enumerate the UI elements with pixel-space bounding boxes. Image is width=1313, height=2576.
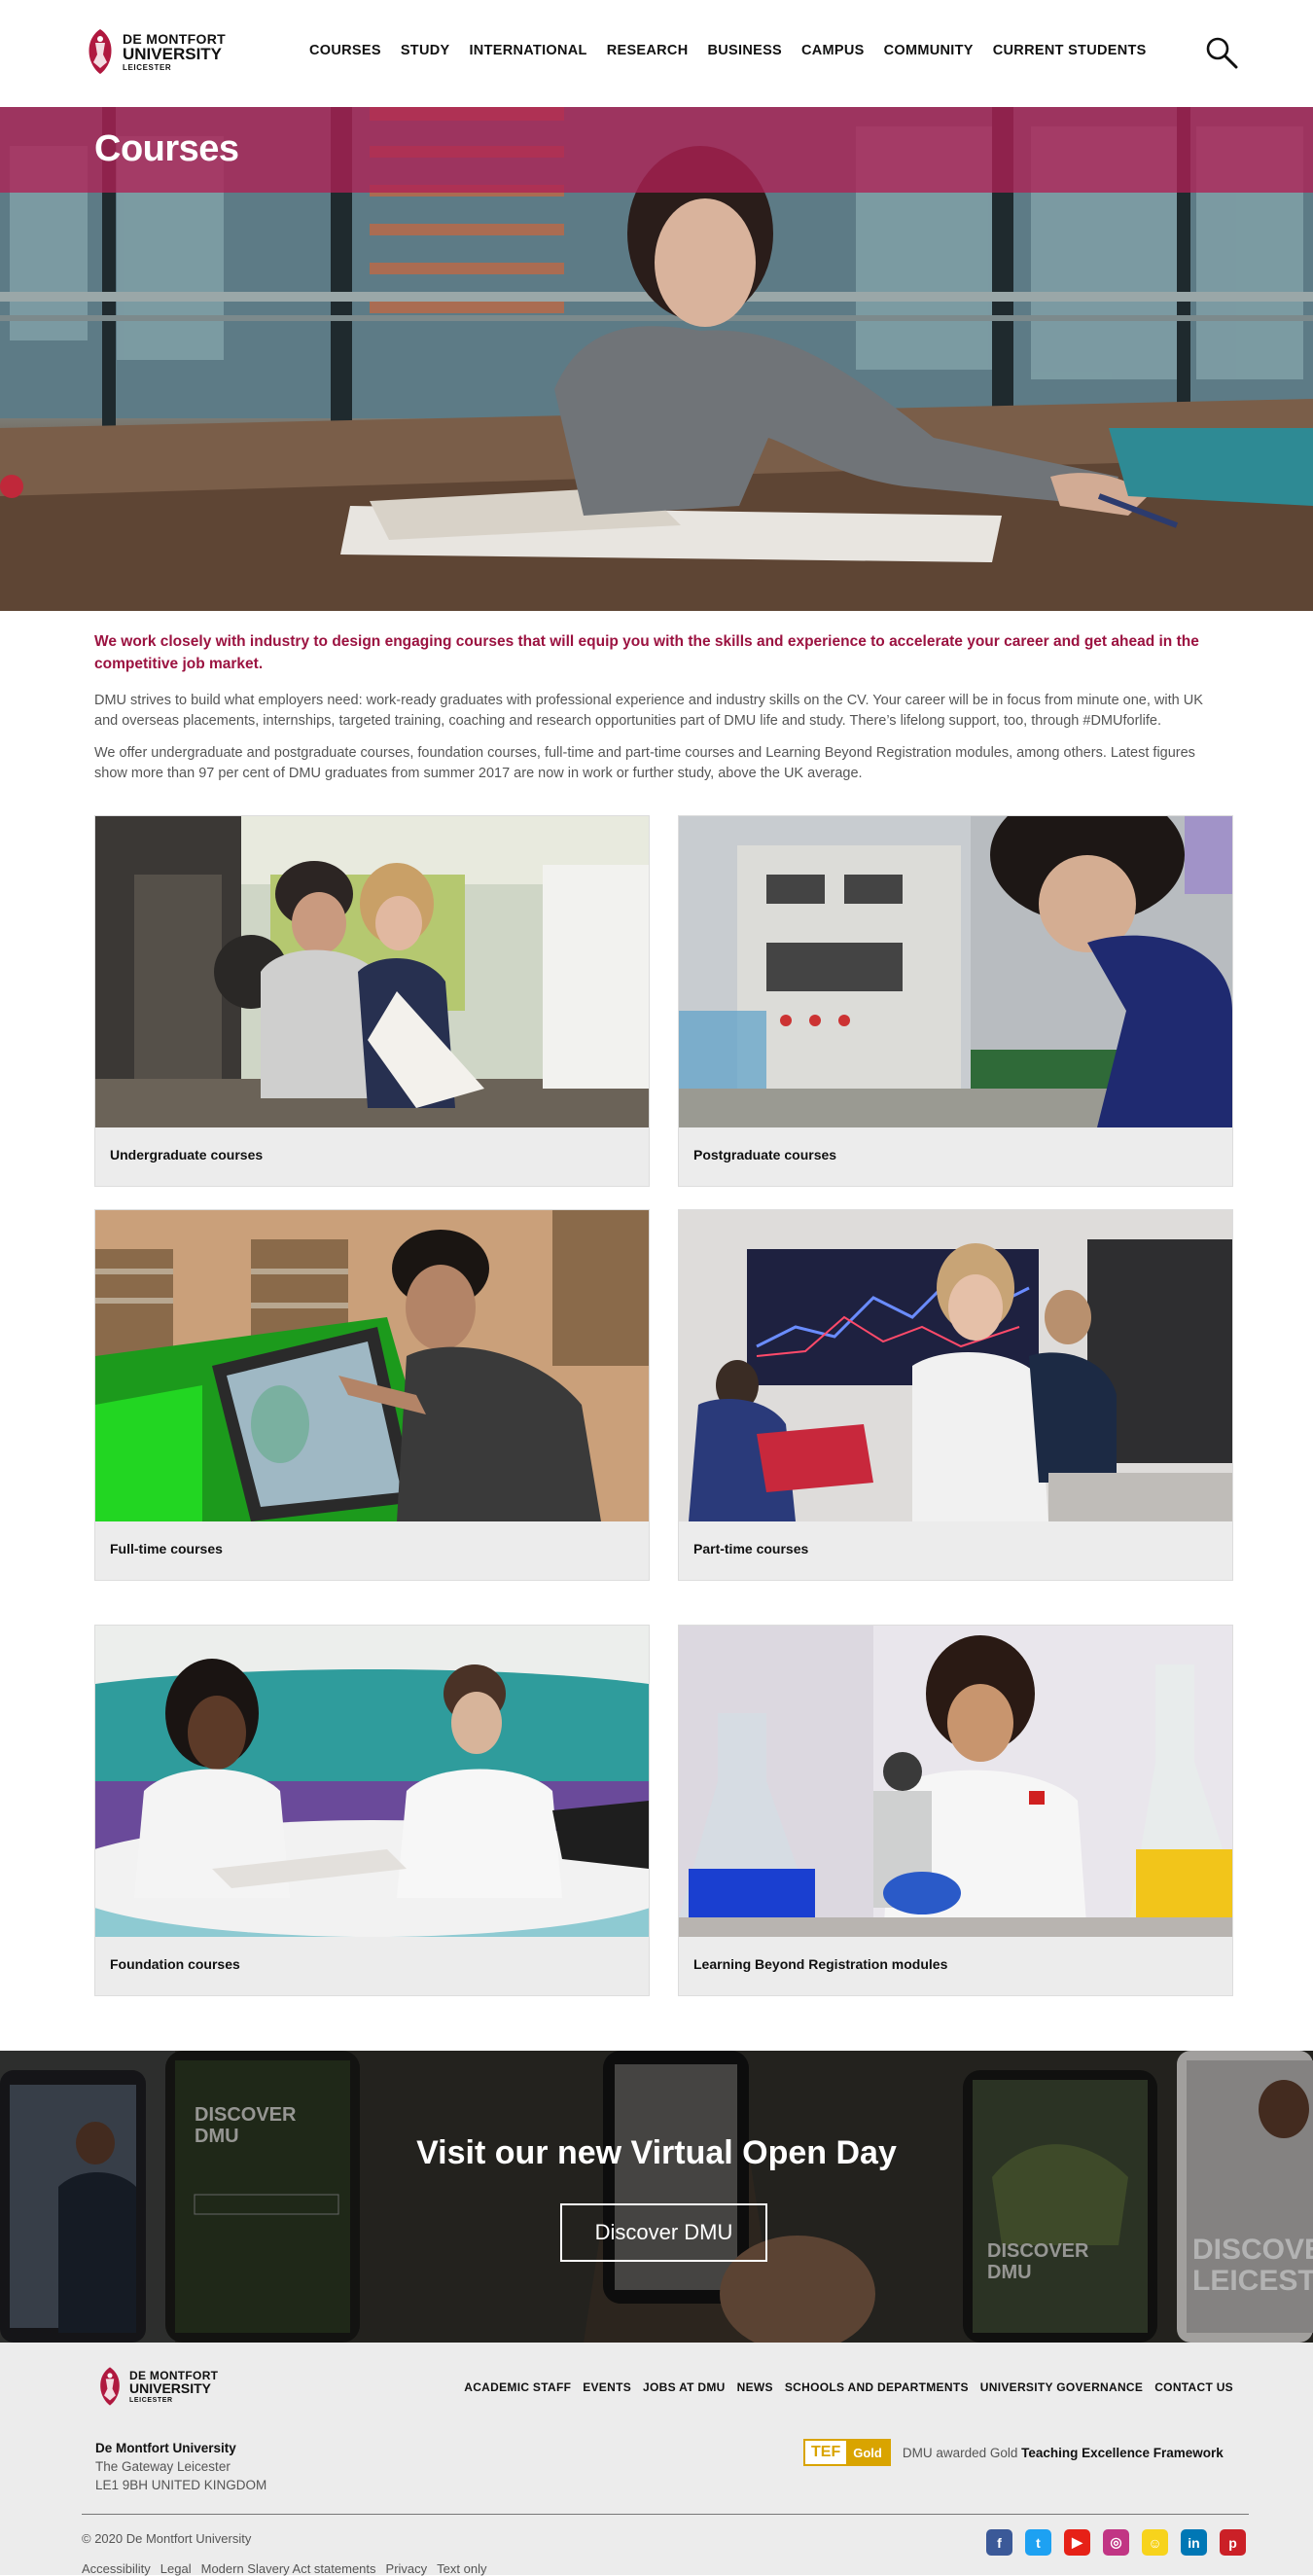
intro-paragraph: We offer undergraduate and postgraduate … <box>94 745 1195 781</box>
tef-text-plain: DMU awarded Gold <box>902 2445 1018 2460</box>
footer-legal-links: Accessibility Legal Modern Slavery Act s… <box>82 2561 486 2576</box>
foundation-photo <box>95 1626 649 1937</box>
twitter-icon[interactable]: t <box>1025 2529 1051 2556</box>
site-footer: DE MONTFORT UNIVERSITY LEICESTER ACADEMI… <box>0 2343 1313 2576</box>
course-card-label: Postgraduate courses <box>693 1147 837 1163</box>
course-grid: Undergraduate courses Postgraduate cours… <box>0 796 1313 2021</box>
logo-line-3: LEICESTER <box>123 62 172 72</box>
legal-link-accessibility[interactable]: Accessibility <box>82 2561 151 2576</box>
course-card-learning-beyond-registration[interactable]: Learning Beyond Registration modules <box>678 1625 1233 1996</box>
virtual-open-day-banner: DISCOVER DMU DISCOVER DMU DISCOVE LEICES… <box>0 2051 1313 2343</box>
nav-research[interactable]: RESEARCH <box>607 43 689 58</box>
tef-badge-left: TEF <box>805 2441 847 2464</box>
legal-link-legal[interactable]: Legal <box>160 2561 192 2576</box>
social-links: f t ▶ ◎ ☺ in p <box>986 2529 1246 2556</box>
page-title: Courses <box>94 128 239 169</box>
postgraduate-photo <box>679 816 1232 1127</box>
course-card-label: Part-time courses <box>693 1541 809 1556</box>
logo-line-2: UNIVERSITY <box>123 44 223 63</box>
tef-award[interactable]: TEF Gold DMU awarded Gold Teaching Excel… <box>803 2439 1224 2466</box>
nav-courses[interactable]: COURSES <box>309 43 381 58</box>
dmu-crest-icon <box>89 29 112 74</box>
nav-study[interactable]: STUDY <box>401 43 450 58</box>
nav-business[interactable]: BUSINESS <box>707 43 782 58</box>
dmu-crest-icon <box>100 2367 120 2406</box>
footer-nav: ACADEMIC STAFF EVENTS JOBS AT DMU NEWS S… <box>464 2380 1233 2394</box>
tef-gold-badge: TEF Gold <box>803 2439 891 2466</box>
discover-dmu-button[interactable]: Discover DMU <box>560 2203 767 2262</box>
tef-text-bold: Teaching Excellence Framework <box>1021 2445 1224 2460</box>
intro-section: We work closely with industry to design … <box>0 611 1313 784</box>
course-card-foundation[interactable]: Foundation courses <box>94 1625 650 1996</box>
tef-badge-right: Gold <box>846 2441 889 2464</box>
intro-lead: We work closely with industry to design … <box>94 633 1199 672</box>
site-header: DE MONTFORT UNIVERSITY LEICESTER COURSES… <box>0 0 1313 107</box>
course-card-label: Full-time courses <box>110 1541 223 1556</box>
footer-link-governance[interactable]: UNIVERSITY GOVERNANCE <box>980 2380 1143 2394</box>
tef-text: DMU awarded Gold Teaching Excellence Fra… <box>903 2446 1224 2460</box>
legal-link-privacy[interactable]: Privacy <box>386 2561 428 2576</box>
full-time-photo <box>95 1210 649 1521</box>
course-card-label: Learning Beyond Registration modules <box>693 1956 948 1972</box>
footer-logo[interactable]: DE MONTFORT UNIVERSITY LEICESTER <box>95 2364 218 2409</box>
nav-international[interactable]: INTERNATIONAL <box>469 43 586 58</box>
legal-link-modern-slavery[interactable]: Modern Slavery Act statements <box>201 2561 376 2576</box>
linkedin-icon[interactable]: in <box>1181 2529 1207 2556</box>
learning-beyond-registration-photo <box>679 1626 1232 1937</box>
address-line-2: LE1 9BH UNITED KINGDOM <box>95 2478 267 2492</box>
logo-line-1: DE MONTFORT <box>123 30 226 47</box>
footer-address: De Montfort University The Gateway Leice… <box>95 2439 266 2494</box>
footer-link-news[interactable]: NEWS <box>737 2380 773 2394</box>
address-line-1: The Gateway Leicester <box>95 2459 231 2474</box>
footer-link-academic-staff[interactable]: ACADEMIC STAFF <box>464 2380 571 2394</box>
nav-community[interactable]: COMMUNITY <box>884 43 974 58</box>
footer-link-events[interactable]: EVENTS <box>583 2380 631 2394</box>
virtual-open-day-background: DISCOVER DMU DISCOVER DMU DISCOVE LEICES… <box>0 2051 1313 2343</box>
footer-divider <box>82 2514 1249 2515</box>
undergraduate-photo <box>95 816 649 1127</box>
course-card-postgraduate[interactable]: Postgraduate courses <box>678 815 1233 1187</box>
logo-line-3: LEICESTER <box>129 2396 173 2404</box>
part-time-photo <box>679 1210 1232 1521</box>
pinterest-icon[interactable]: p <box>1220 2529 1246 2556</box>
course-card-undergraduate[interactable]: Undergraduate courses <box>94 815 650 1187</box>
course-card-part-time[interactable]: Part-time courses <box>678 1209 1233 1581</box>
hero-banner: Courses <box>0 107 1313 611</box>
address-name: De Montfort University <box>95 2441 236 2455</box>
logo-line-1: DE MONTFORT <box>129 2368 219 2382</box>
footer-link-jobs[interactable]: JOBS AT DMU <box>643 2380 726 2394</box>
virtual-open-day-title: Visit our new Virtual Open Day <box>416 2134 897 2171</box>
course-card-label: Undergraduate courses <box>110 1147 264 1163</box>
legal-link-text-only[interactable]: Text only <box>437 2561 486 2576</box>
logo-line-2: UNIVERSITY <box>129 2379 212 2396</box>
copyright: © 2020 De Montfort University <box>82 2531 252 2546</box>
snapchat-icon[interactable]: ☺ <box>1142 2529 1168 2556</box>
footer-link-contact[interactable]: CONTACT US <box>1154 2380 1233 2394</box>
youtube-icon[interactable]: ▶ <box>1064 2529 1090 2556</box>
search-icon[interactable] <box>1204 35 1239 70</box>
course-card-full-time[interactable]: Full-time courses <box>94 1209 650 1581</box>
footer-link-schools[interactable]: SCHOOLS AND DEPARTMENTS <box>785 2380 969 2394</box>
main-nav: COURSES STUDY INTERNATIONAL RESEARCH BUS… <box>309 43 1147 58</box>
intro-paragraph: DMU strives to build what employers need… <box>94 693 1203 729</box>
facebook-icon[interactable]: f <box>986 2529 1012 2556</box>
instagram-icon[interactable]: ◎ <box>1103 2529 1129 2556</box>
dmu-logo[interactable]: DE MONTFORT UNIVERSITY LEICESTER <box>84 25 226 78</box>
course-card-label: Foundation courses <box>110 1956 240 1972</box>
nav-campus[interactable]: CAMPUS <box>801 43 865 58</box>
nav-current-students[interactable]: CURRENT STUDENTS <box>993 43 1147 58</box>
